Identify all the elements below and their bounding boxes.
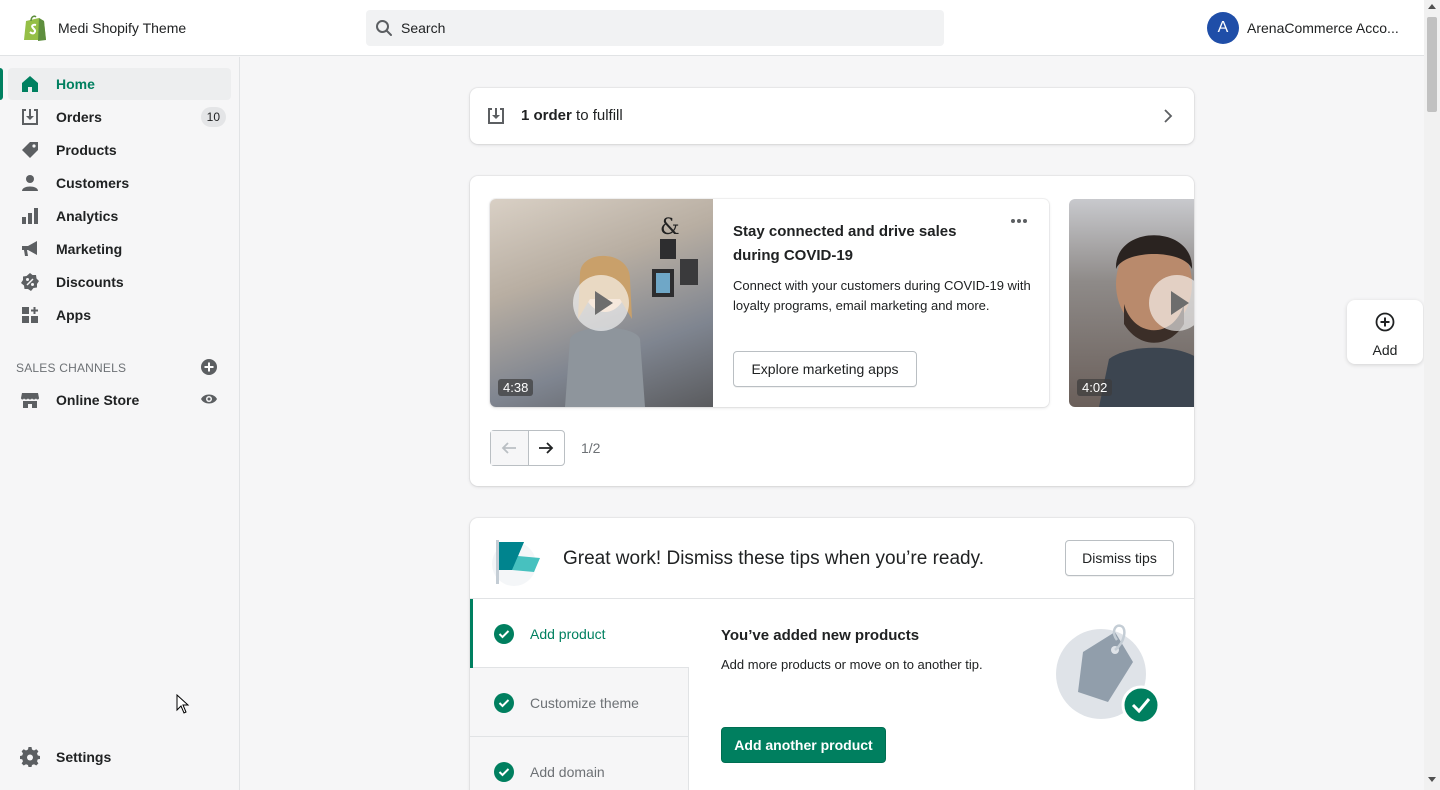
sidebar-item-label: Analytics <box>56 208 119 224</box>
search-bar[interactable] <box>366 10 944 46</box>
arrow-left-icon <box>501 442 517 454</box>
promo-title: Stay connected and drive sales during CO… <box>733 223 957 264</box>
home-icon <box>22 76 38 92</box>
sidebar-item-label: Online Store <box>56 392 140 408</box>
sidebar-item-marketing[interactable]: Marketing <box>8 233 231 265</box>
sidebar-item-label: Settings <box>56 749 112 765</box>
flag-icon <box>492 540 540 586</box>
tip-body: Add more products or move on to another … <box>721 657 983 672</box>
explore-marketing-apps-button[interactable]: Explore marketing apps <box>733 351 917 387</box>
gear-icon <box>20 747 40 767</box>
discount-icon <box>21 273 39 291</box>
tip-tab-customize-theme[interactable]: Customize theme <box>470 668 689 737</box>
sidebar: Home Orders 10 Products Customers Analyt… <box>0 57 240 790</box>
orders-icon <box>22 109 38 125</box>
arrow-right-icon <box>539 442 554 454</box>
sidebar-item-label: Apps <box>56 307 91 323</box>
tips-title: Great work! Dismiss these tips when you’… <box>563 548 984 569</box>
apps-icon <box>22 307 38 323</box>
product-tag-illustration <box>1056 624 1161 725</box>
orders-icon <box>488 108 504 124</box>
carousel-pager <box>490 430 565 466</box>
add-another-product-button[interactable]: Add another product <box>721 727 886 763</box>
person-icon <box>22 175 38 191</box>
play-button[interactable] <box>573 275 629 331</box>
video-duration: 4:02 <box>1077 379 1113 396</box>
orders-count-badge: 10 <box>200 107 226 127</box>
order-count-suffix: to fulfill <box>571 107 623 124</box>
sidebar-item-label: Customers <box>56 175 130 191</box>
sidebar-item-products[interactable]: Products <box>8 134 231 166</box>
shopify-logo-icon[interactable] <box>22 14 48 42</box>
tag-icon <box>22 142 38 158</box>
sidebar-item-label: Products <box>56 142 117 158</box>
store-name[interactable]: Medi Shopify Theme <box>58 20 186 36</box>
sidebar-item-online-store[interactable]: Online Store <box>8 384 231 416</box>
sidebar-item-label: Discounts <box>56 274 124 290</box>
tip-tab-label: Customize theme <box>530 695 639 711</box>
scrollbar-thumb[interactable] <box>1427 17 1437 112</box>
check-circle-icon <box>494 693 514 713</box>
megaphone-icon <box>22 241 37 256</box>
sidebar-item-home[interactable]: Home <box>0 68 231 100</box>
sidebar-item-discounts[interactable]: Discounts <box>8 266 231 298</box>
avatar[interactable]: A <box>1207 12 1239 44</box>
sidebar-item-label: Home <box>56 76 95 92</box>
svg-text:&: & <box>660 215 680 240</box>
account-name[interactable]: ArenaCommerce Acco... <box>1247 20 1407 36</box>
tip-tab-label: Add domain <box>530 764 605 780</box>
sidebar-item-label: Orders <box>56 109 102 125</box>
eye-icon[interactable] <box>200 392 218 406</box>
add-circle-icon <box>1375 312 1395 332</box>
tip-tab-add-product[interactable]: Add product <box>470 599 689 668</box>
more-options-icon[interactable] <box>1009 213 1029 229</box>
carousel-slide: & 4:38 Stay connected and drive sales du… <box>490 199 1049 407</box>
search-input[interactable] <box>401 10 931 46</box>
chevron-right-icon <box>1164 109 1173 123</box>
sidebar-item-apps[interactable]: Apps <box>8 299 231 331</box>
bar-chart-icon <box>22 208 38 224</box>
mouse-cursor-icon <box>176 694 190 714</box>
sidebar-item-analytics[interactable]: Analytics <box>8 200 231 232</box>
order-count: 1 order <box>521 107 572 124</box>
next-button[interactable] <box>527 431 565 465</box>
page-indicator: 1/2 <box>581 440 601 456</box>
top-bar: Medi Shopify Theme A ArenaCommerce Acco.… <box>0 0 1424 56</box>
scroll-down-arrow-icon[interactable] <box>1428 777 1436 782</box>
add-widget-label: Add <box>1372 342 1398 358</box>
sales-channels-heading: SALES CHANNELS <box>16 361 127 375</box>
tip-tab-add-domain[interactable]: Add domain <box>470 737 689 790</box>
carousel-slide-next[interactable]: 4:02 <box>1069 199 1194 407</box>
page-scrollbar[interactable] <box>1424 0 1440 790</box>
store-icon <box>21 393 39 408</box>
video-thumbnail[interactable]: & 4:38 <box>490 199 713 407</box>
dismiss-tips-button[interactable]: Dismiss tips <box>1065 540 1174 576</box>
marketing-carousel: & 4:38 Stay connected and drive sales du… <box>470 176 1194 486</box>
account-menu[interactable]: A ArenaCommerce Acco... <box>1207 12 1407 44</box>
promo-body: Connect with your customers during COVID… <box>733 278 1031 313</box>
add-widget-button[interactable]: Add <box>1347 300 1423 364</box>
tip-heading: You’ve added new products <box>721 627 920 644</box>
sidebar-item-customers[interactable]: Customers <box>8 167 231 199</box>
add-sales-channel-icon[interactable] <box>200 358 218 376</box>
check-circle-icon <box>494 624 514 644</box>
tip-tab-label: Add product <box>530 626 606 642</box>
check-circle-icon <box>494 762 514 782</box>
orders-to-fulfill-card[interactable]: 1 order to fulfill <box>470 88 1194 144</box>
search-icon <box>376 20 392 36</box>
orders-to-fulfill-text: 1 order to fulfill <box>521 107 623 124</box>
setup-tips-card: Great work! Dismiss these tips when you’… <box>470 518 1194 790</box>
scroll-up-arrow-icon[interactable] <box>1428 4 1436 9</box>
previous-button[interactable] <box>491 431 528 465</box>
sidebar-item-label: Marketing <box>56 241 123 257</box>
sidebar-item-settings[interactable]: Settings <box>8 741 231 773</box>
video-duration: 4:38 <box>498 379 534 396</box>
sidebar-item-orders[interactable]: Orders 10 <box>8 101 231 133</box>
